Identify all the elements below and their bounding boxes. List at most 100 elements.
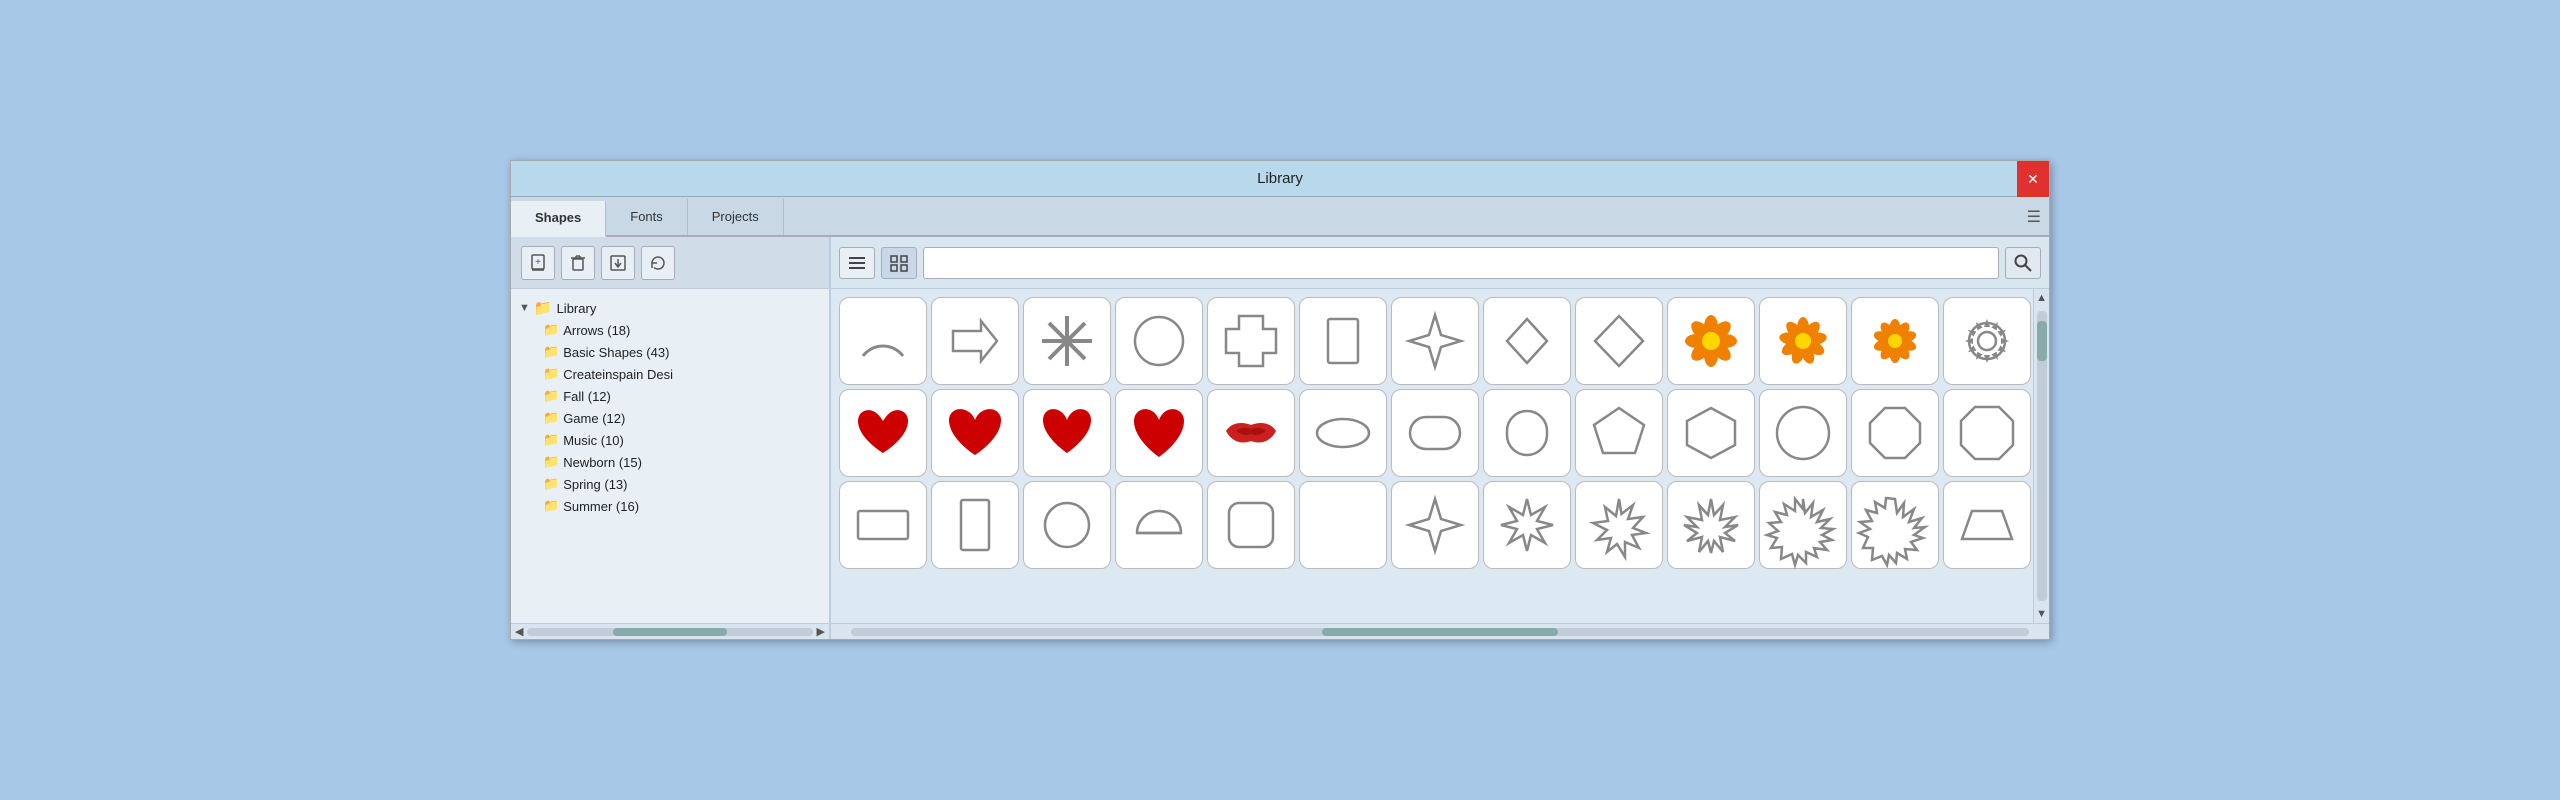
tree-item-fall[interactable]: 📁 Fall (12) [515,385,825,407]
content-area: + ▼ 📁 Library [511,237,2049,639]
tree-root-library[interactable]: ▼ 📁 Library [515,297,825,319]
vscroll-track[interactable] [2037,311,2047,601]
shape-pentagon[interactable] [1575,389,1663,477]
hscroll-left-arrow[interactable]: ◀ [515,625,523,638]
tree-item-label: Music (10) [563,433,624,448]
shape-rectangle-tall[interactable] [1299,297,1387,385]
tree-item-spring[interactable]: 📁 Spring (13) [515,473,825,495]
shape-heart2[interactable] [931,389,1019,477]
tree-item-game[interactable]: 📁 Game (12) [515,407,825,429]
shape-star7[interactable] [1575,481,1663,569]
window-title: Library [1257,170,1303,187]
shape-diamond-sm[interactable] [1483,297,1571,385]
shape-diamond-lg[interactable] [1575,297,1663,385]
shape-star9[interactable] [1759,481,1847,569]
shape-heart3[interactable] [1023,389,1111,477]
shape-star6[interactable] [1483,481,1571,569]
tree-root-label: Library [557,301,597,316]
sidebar-toolbar: + [511,237,829,289]
shape-cross[interactable] [1207,297,1295,385]
hscroll-track[interactable] [527,628,812,636]
shape-flower-orange3[interactable] [1851,297,1939,385]
tree-item-label: Summer (16) [563,499,639,514]
folder-icon: 📁 [543,410,559,426]
shape-4star[interactable] [1391,297,1479,385]
shape-rect-landscape[interactable] [839,481,927,569]
search-bar [923,247,1999,279]
grid-view-button[interactable] [881,247,917,279]
shape-empty-3-6[interactable] [1299,481,1387,569]
import-button[interactable] [601,246,635,280]
delete-button[interactable] [561,246,595,280]
sidebar-tree-container: ▼ 📁 Library 📁 Arrows (18) 📁 Basic Shapes… [511,289,829,623]
tree-expand-icon: ▼ [519,302,530,314]
shape-star4-outline[interactable] [1391,481,1479,569]
vscroll-up-arrow[interactable]: ▲ [2033,289,2049,307]
shape-star10[interactable] [1851,481,1939,569]
shape-circle[interactable] [1115,297,1203,385]
add-button[interactable]: + [521,246,555,280]
shape-circle-lg[interactable] [1759,389,1847,477]
tree-item-basic-shapes[interactable]: 📁 Basic Shapes (43) [515,341,825,363]
main-toolbar [831,237,2049,289]
shape-flower-orange2[interactable] [1759,297,1847,385]
tree-item-label: Arrows (18) [563,323,630,338]
shape-rounded-rect1[interactable] [1391,389,1479,477]
shape-gear[interactable] [1943,297,2031,385]
shape-circle-outline[interactable] [1023,481,1111,569]
shape-hexagon[interactable] [1667,389,1755,477]
tree-item-newborn[interactable]: 📁 Newborn (15) [515,451,825,473]
shape-octagon-lg[interactable] [1943,389,2031,477]
main-hscroll-row [831,623,2049,639]
tab-fonts[interactable]: Fonts [606,199,688,235]
shape-heart1[interactable] [839,389,927,477]
folder-icon: 📁 [543,476,559,492]
shape-rect-portrait[interactable] [931,481,1019,569]
tab-menu-icon[interactable]: ☰ [2027,207,2041,227]
tab-shapes[interactable]: Shapes [511,201,606,237]
search-input[interactable] [932,255,1990,270]
shape-lips[interactable] [1207,389,1295,477]
folder-icon: 📁 [543,366,559,382]
shape-star8[interactable] [1667,481,1755,569]
shape-asterisk[interactable] [1023,297,1111,385]
search-button[interactable] [2005,247,2041,279]
shape-trapezoid[interactable] [1943,481,2031,569]
main-vscroll: ▲ ▼ [2033,289,2049,623]
tree-item-label: Game (12) [563,411,625,426]
vscroll-thumb[interactable] [2037,321,2047,361]
tree-item-music[interactable]: 📁 Music (10) [515,429,825,451]
tree-item-arrows[interactable]: 📁 Arrows (18) [515,319,825,341]
tree-item-createinspain[interactable]: 📁 Createinspain Desi [515,363,825,385]
tab-projects[interactable]: Projects [688,199,784,235]
shape-octagon-sm[interactable] [1851,389,1939,477]
shape-flower-orange1[interactable] [1667,297,1755,385]
vscroll-down-arrow[interactable]: ▼ [2033,605,2049,623]
main-content-row: ▲ ▼ [831,289,2049,623]
shapes-area[interactable] [831,289,2033,623]
shape-half-circle[interactable] [1115,481,1203,569]
shape-arc[interactable] [839,297,927,385]
hscroll-right-arrow[interactable]: ▶ [817,625,825,638]
shape-oval[interactable] [1299,389,1387,477]
shape-heart4[interactable] [1115,389,1203,477]
close-button[interactable]: ✕ [2017,161,2049,197]
hscroll-thumb[interactable] [613,628,727,636]
main-hscroll-thumb[interactable] [1322,628,1558,636]
tree-item-label: Basic Shapes (43) [563,345,669,360]
list-view-button[interactable] [839,247,875,279]
title-bar: Library ✕ [511,161,2049,197]
main-panel: ▲ ▼ [831,237,2049,639]
folder-icon: 📁 [543,432,559,448]
shape-arrow-right[interactable] [931,297,1019,385]
shape-rounded-rect2[interactable] [1483,389,1571,477]
main-hscroll-track[interactable] [851,628,2029,636]
sidebar: + ▼ 📁 Library [511,237,831,639]
refresh-button[interactable] [641,246,675,280]
folder-icon: 📁 [543,454,559,470]
sidebar-hscroll: ◀ ▶ [511,623,829,639]
folder-icon: 📁 [543,388,559,404]
tree-item-summer[interactable]: 📁 Summer (16) [515,495,825,517]
shape-rounded-square[interactable] [1207,481,1295,569]
tree-item-label: Fall (12) [563,389,611,404]
